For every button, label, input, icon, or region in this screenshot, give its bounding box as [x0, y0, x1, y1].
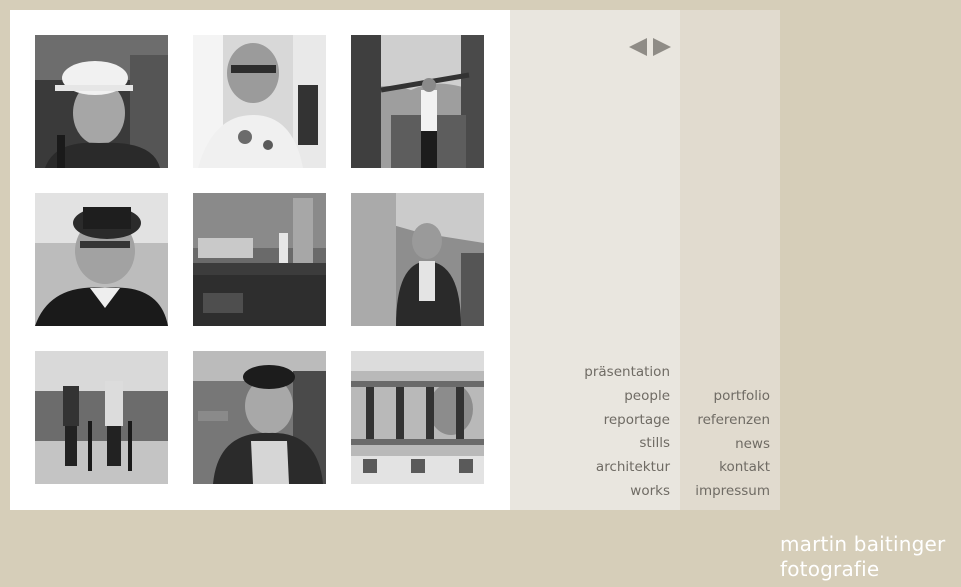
photo-hardhat-worker — [35, 35, 168, 168]
menu-item-praesentation[interactable]: präsentation — [520, 361, 670, 385]
menu-item-news[interactable]: news — [682, 433, 770, 457]
page: präsentation people reportage stills arc… — [0, 0, 961, 587]
thumbnail-2[interactable] — [193, 35, 326, 168]
menu-item-portfolio[interactable]: portfolio — [682, 385, 770, 409]
thumbnail-8[interactable] — [193, 351, 326, 484]
photo-quarry-man — [351, 35, 484, 168]
next-arrow-icon[interactable] — [653, 38, 671, 56]
thumbnail-6[interactable] — [351, 193, 484, 326]
photo-stone-workshop — [193, 193, 326, 326]
thumbnail-4[interactable] — [35, 193, 168, 326]
menu-item-stills[interactable]: stills — [520, 432, 670, 456]
brand-tagline: fotografie — [780, 557, 880, 581]
menu-item-reportage[interactable]: reportage — [520, 409, 670, 433]
thumbnail-3[interactable] — [351, 35, 484, 168]
photo-man-behind-machine — [351, 351, 484, 484]
category-menu: präsentation people reportage stills arc… — [520, 361, 670, 504]
brand-logo[interactable]: martin baitinger fotografie — [780, 532, 945, 582]
photo-man-with-glasses — [193, 35, 326, 168]
photo-smiling-worker-cap — [193, 351, 326, 484]
menu-item-works[interactable]: works — [520, 480, 670, 504]
thumbnail-5[interactable] — [193, 193, 326, 326]
brand-name: martin baitinger — [780, 532, 946, 556]
thumbnail-9[interactable] — [351, 351, 484, 484]
thumbnail-7[interactable] — [35, 351, 168, 484]
photo-crouching-man — [351, 193, 484, 326]
menu-item-architektur[interactable]: architektur — [520, 456, 670, 480]
main-menu: portfolio referenzen news kontakt impres… — [682, 385, 770, 504]
gallery-arrows — [629, 38, 673, 58]
menu-item-people[interactable]: people — [520, 385, 670, 409]
menu-item-referenzen[interactable]: referenzen — [682, 409, 770, 433]
menu-item-impressum[interactable]: impressum — [682, 480, 770, 504]
photo-man-black-hat — [35, 193, 168, 326]
prev-arrow-icon[interactable] — [629, 38, 647, 56]
photo-two-workers-drilling — [35, 351, 168, 484]
thumbnail-1[interactable] — [35, 35, 168, 168]
menu-item-kontakt[interactable]: kontakt — [682, 456, 770, 480]
